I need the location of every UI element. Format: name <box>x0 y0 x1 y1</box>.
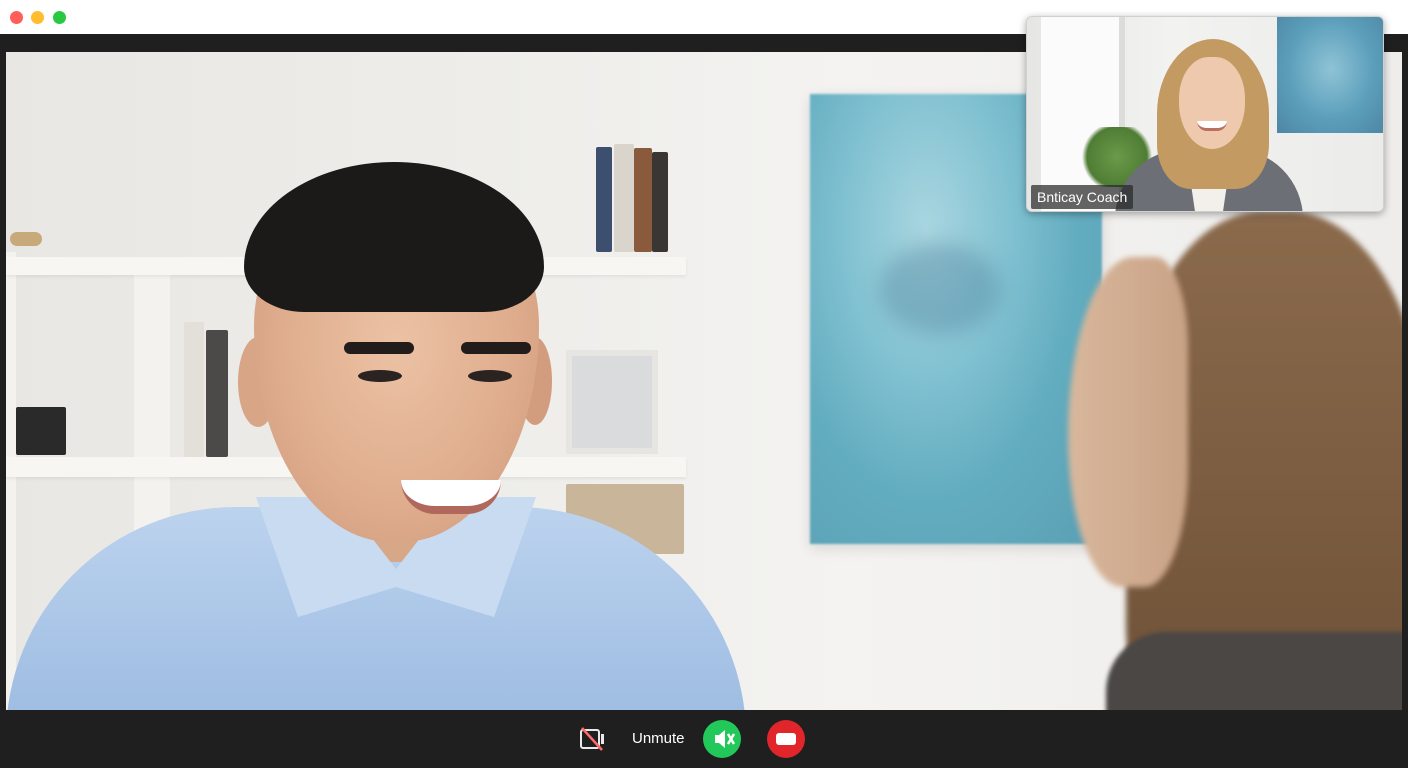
end-call-icon <box>776 733 796 745</box>
book <box>184 322 204 457</box>
participant-name-label: Bnticay Coach <box>1031 185 1134 209</box>
call-controls-bar: Unmute <box>0 710 1408 768</box>
man-brow <box>344 342 414 354</box>
unmute-button[interactable]: Unmute <box>632 729 685 749</box>
pip-face <box>1179 57 1245 149</box>
window-minimize-button[interactable] <box>31 11 44 24</box>
woman-shoulder <box>1106 632 1402 710</box>
pip-wall-art <box>1277 17 1383 133</box>
man-brow <box>461 342 531 354</box>
book <box>634 148 652 252</box>
man-eye <box>468 370 512 382</box>
man-eye <box>358 370 402 382</box>
decor-bowl <box>10 232 42 246</box>
window-maximize-button[interactable] <box>53 11 66 24</box>
book <box>652 152 668 252</box>
mic-muted-icon <box>715 730 736 748</box>
decor-box <box>16 407 66 455</box>
book <box>614 144 634 252</box>
camera-off-icon[interactable] <box>578 726 608 752</box>
mic-toggle-button[interactable] <box>703 720 741 758</box>
book <box>206 330 228 457</box>
pip-video-feed[interactable]: Bnticay Coach <box>1026 16 1384 212</box>
book <box>596 147 612 252</box>
shelf-post <box>6 252 16 710</box>
end-call-button[interactable] <box>767 720 805 758</box>
picture-frame <box>566 350 658 454</box>
window-close-button[interactable] <box>10 11 23 24</box>
